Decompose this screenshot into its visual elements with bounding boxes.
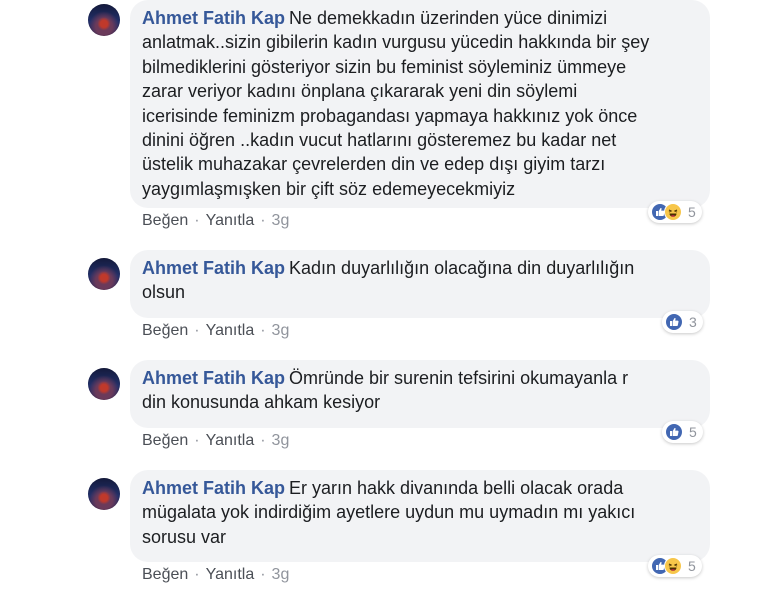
author-name[interactable]: Ahmet Fatih Kap bbox=[142, 478, 285, 498]
comment-text-line: sorusu var bbox=[142, 526, 227, 547]
avatar[interactable] bbox=[88, 478, 120, 510]
reactions-summary[interactable]: 5 bbox=[648, 555, 702, 577]
comment-text-line: din konusunda ahkam kesiyor bbox=[142, 392, 381, 413]
reaction-count: 5 bbox=[688, 204, 696, 220]
like-button[interactable]: Beğen bbox=[142, 322, 188, 339]
timestamp[interactable]: 3g bbox=[272, 322, 290, 339]
reply-button[interactable]: Yanıtla bbox=[206, 566, 255, 583]
comment-text-line: üstelik muhazakar çevrelerden din ve ede… bbox=[142, 154, 606, 175]
avatar[interactable] bbox=[88, 258, 120, 290]
comment-text-line: Kadın duyarlılığın olacağına din duyarlı… bbox=[289, 258, 635, 278]
timestamp[interactable]: 3g bbox=[272, 212, 290, 229]
comment-actions: Beğen · Yanıtla · 3g bbox=[142, 322, 290, 339]
author-name[interactable]: Ahmet Fatih Kap bbox=[142, 368, 285, 388]
comment-bubble: Ahmet Fatih Kap Ömründe bir surenin tefsi… bbox=[130, 360, 710, 428]
comment-text-line: olsun bbox=[142, 282, 186, 303]
reaction-count: 5 bbox=[688, 558, 696, 574]
comment-text-line: dinini öğren ..kadın vucut hatlarını gös… bbox=[142, 130, 617, 151]
avatar[interactable] bbox=[88, 4, 120, 36]
comment-text-line: anlatmak..sizin gibilerin kadın vurgusu … bbox=[142, 32, 650, 53]
comment-text-line: Ömründe bir surenin tefsirini okumayanla… bbox=[289, 368, 629, 388]
comment-text-line: icerisinde feminizm probagandası yapmaya… bbox=[142, 105, 638, 126]
comment-text-line: Ne demekkadın üzerinden yüce dinimizi bbox=[289, 8, 608, 28]
author-name[interactable]: Ahmet Fatih Kap bbox=[142, 258, 285, 278]
haha-reaction-icon bbox=[664, 557, 682, 575]
like-button[interactable]: Beğen bbox=[142, 566, 188, 583]
comment-text-line: Er yarın hakk divanında belli olacak ora… bbox=[289, 478, 624, 498]
avatar[interactable] bbox=[88, 368, 120, 400]
comment-bubble: Ahmet Fatih Kap Kadın duyarlılığın olacağ… bbox=[130, 250, 710, 318]
comment-text-line: yaygımlaşmışken bir çift söz edemeyecekm… bbox=[142, 178, 516, 199]
comment-actions: Beğen · Yanıtla · 3g bbox=[142, 432, 290, 449]
haha-reaction-icon bbox=[664, 203, 682, 221]
reply-button[interactable]: Yanıtla bbox=[206, 212, 255, 229]
comment-actions: Beğen · Yanıtla · 3g bbox=[142, 566, 290, 583]
like-reaction-icon bbox=[665, 313, 683, 331]
reactions-summary[interactable]: 3 bbox=[662, 311, 703, 333]
reaction-count: 3 bbox=[689, 314, 697, 330]
comment-text-line: zarar veriyor kadını önplana çıkararak y… bbox=[142, 81, 578, 102]
like-button[interactable]: Beğen bbox=[142, 432, 188, 449]
comment-bubble: Ahmet Fatih Kap Ne demekkadın üzerinden y… bbox=[130, 0, 710, 208]
reactions-summary[interactable]: 5 bbox=[648, 201, 702, 223]
comment-actions: Beğen · Yanıtla · 3g bbox=[142, 212, 290, 229]
reply-button[interactable]: Yanıtla bbox=[206, 322, 255, 339]
comment-bubble: Ahmet Fatih Kap Er yarın hakk divanında b… bbox=[130, 470, 710, 562]
timestamp[interactable]: 3g bbox=[272, 432, 290, 449]
reaction-count: 5 bbox=[689, 424, 697, 440]
like-button[interactable]: Beğen bbox=[142, 212, 188, 229]
like-reaction-icon bbox=[665, 423, 683, 441]
timestamp[interactable]: 3g bbox=[272, 566, 290, 583]
comment-text-line: mügalata yok indirdiğim ayetlere uydun m… bbox=[142, 502, 636, 523]
author-name[interactable]: Ahmet Fatih Kap bbox=[142, 8, 285, 28]
reply-button[interactable]: Yanıtla bbox=[206, 432, 255, 449]
reactions-summary[interactable]: 5 bbox=[662, 421, 703, 443]
comment-text-line: bilmediklerini gösteriyor sizin bu femin… bbox=[142, 56, 627, 77]
